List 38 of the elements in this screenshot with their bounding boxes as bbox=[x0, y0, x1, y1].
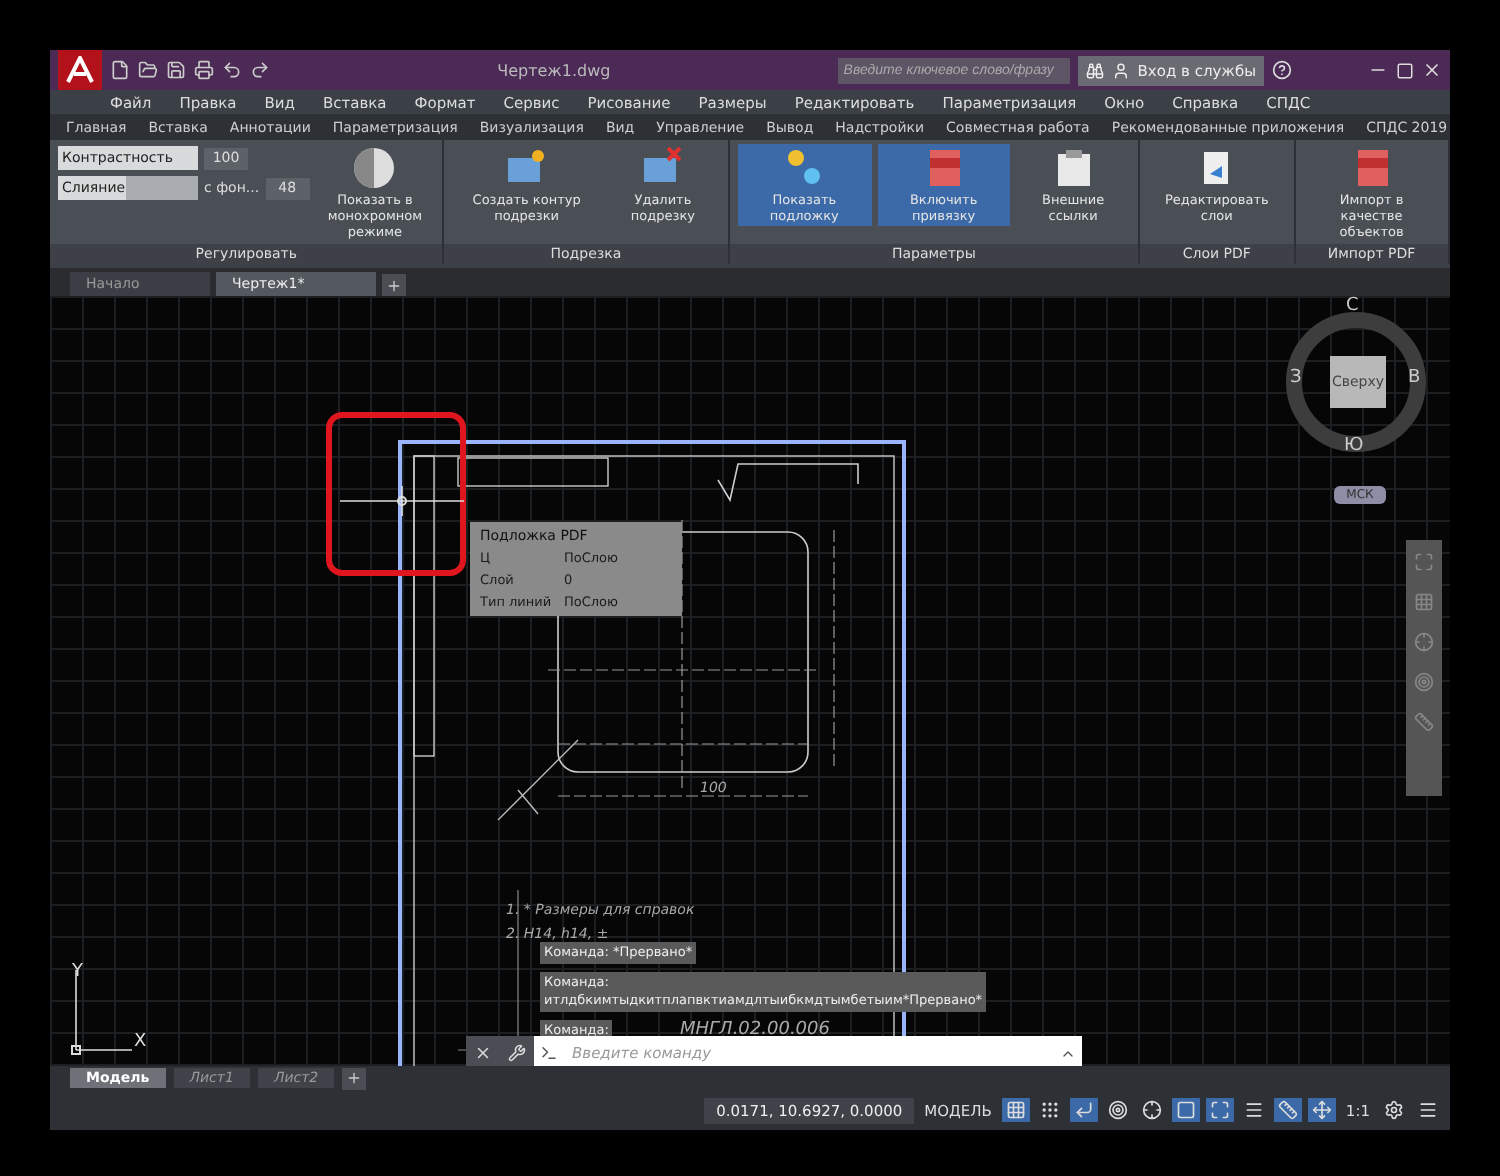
app-logo-icon[interactable] bbox=[58, 50, 102, 90]
open-folder-icon[interactable] bbox=[138, 60, 158, 80]
compass-label: С bbox=[1346, 296, 1359, 316]
status-toggle-button[interactable] bbox=[1069, 1098, 1098, 1122]
crosshair-cursor-icon bbox=[340, 486, 464, 516]
maximize-icon[interactable] bbox=[1396, 61, 1414, 79]
undo-icon[interactable] bbox=[222, 60, 242, 80]
status-toggle-button[interactable] bbox=[1307, 1098, 1336, 1122]
new-file-icon[interactable] bbox=[110, 60, 130, 80]
status-toggle-button[interactable] bbox=[1171, 1098, 1200, 1122]
add-tab-button[interactable] bbox=[382, 274, 406, 296]
axis-label: Y bbox=[72, 962, 83, 982]
printer-icon[interactable] bbox=[194, 60, 214, 80]
wrench-icon[interactable] bbox=[508, 1044, 526, 1062]
save-icon[interactable] bbox=[166, 60, 186, 80]
status-toggle-button[interactable] bbox=[1103, 1098, 1132, 1122]
drawing-code-label: МНГЛ.02.00.006 bbox=[680, 1020, 830, 1040]
terminal-icon[interactable] bbox=[534, 1036, 564, 1066]
close-icon[interactable] bbox=[1422, 60, 1442, 80]
status-toggle-button[interactable] bbox=[1273, 1098, 1302, 1122]
status-toggle-button[interactable] bbox=[1001, 1098, 1030, 1122]
window-title: Чертеж1.dwg bbox=[495, 61, 613, 79]
half-circle-icon bbox=[352, 146, 397, 190]
status-toggle-button[interactable] bbox=[1205, 1098, 1234, 1122]
compass-label: Ю bbox=[1344, 436, 1364, 456]
add-tab-button[interactable] bbox=[342, 1067, 367, 1089]
help-icon[interactable] bbox=[1272, 60, 1292, 80]
compass-label: В bbox=[1408, 368, 1421, 388]
plus-icon bbox=[386, 277, 402, 293]
compass-label: З bbox=[1290, 368, 1302, 388]
status-toggle-button[interactable] bbox=[1137, 1098, 1166, 1122]
user-icon bbox=[1111, 61, 1130, 79]
binoculars-icon[interactable] bbox=[1085, 61, 1104, 79]
axis-label: X bbox=[134, 1032, 147, 1052]
settings-button[interactable] bbox=[1380, 1098, 1408, 1122]
plus-icon bbox=[346, 1070, 363, 1086]
close-icon[interactable] bbox=[474, 1044, 492, 1062]
redo-icon[interactable] bbox=[250, 60, 270, 80]
